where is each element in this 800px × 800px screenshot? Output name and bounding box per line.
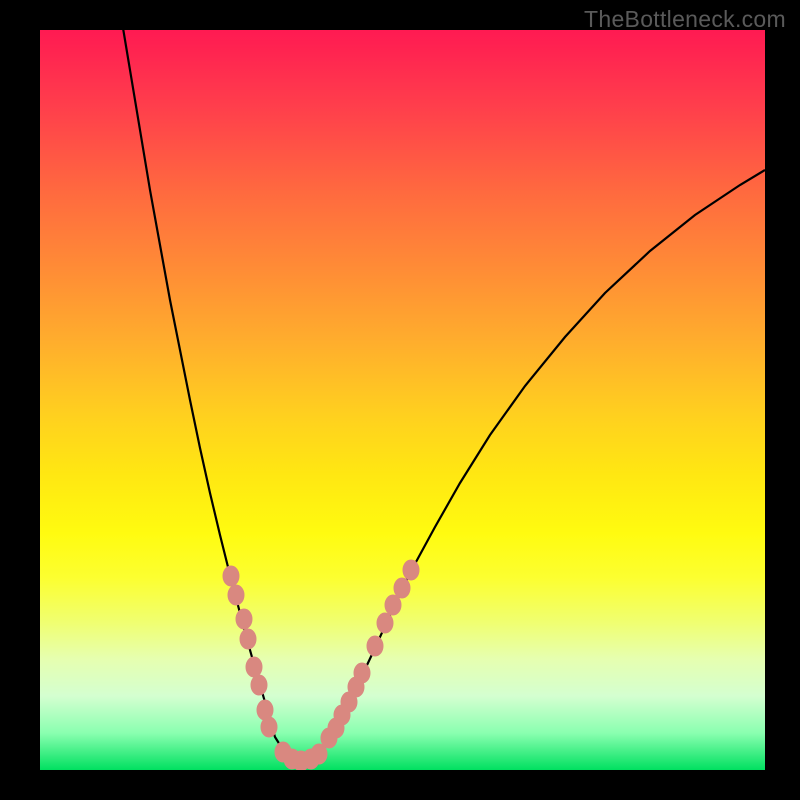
data-marker xyxy=(228,585,244,605)
data-marker xyxy=(246,657,262,677)
data-marker xyxy=(236,609,252,629)
data-marker xyxy=(251,675,267,695)
data-marker xyxy=(354,663,370,683)
data-marker xyxy=(385,595,401,615)
watermark-text: TheBottleneck.com xyxy=(584,6,786,33)
plot-area xyxy=(40,30,765,770)
data-marker xyxy=(261,717,277,737)
data-marker xyxy=(240,629,256,649)
data-marker xyxy=(394,578,410,598)
data-marker xyxy=(367,636,383,656)
chart-svg xyxy=(40,30,765,770)
bottleneck-curve xyxy=(120,30,765,761)
chart-frame: TheBottleneck.com xyxy=(0,0,800,800)
data-marker xyxy=(403,560,419,580)
data-marker xyxy=(223,566,239,586)
data-marker xyxy=(377,613,393,633)
